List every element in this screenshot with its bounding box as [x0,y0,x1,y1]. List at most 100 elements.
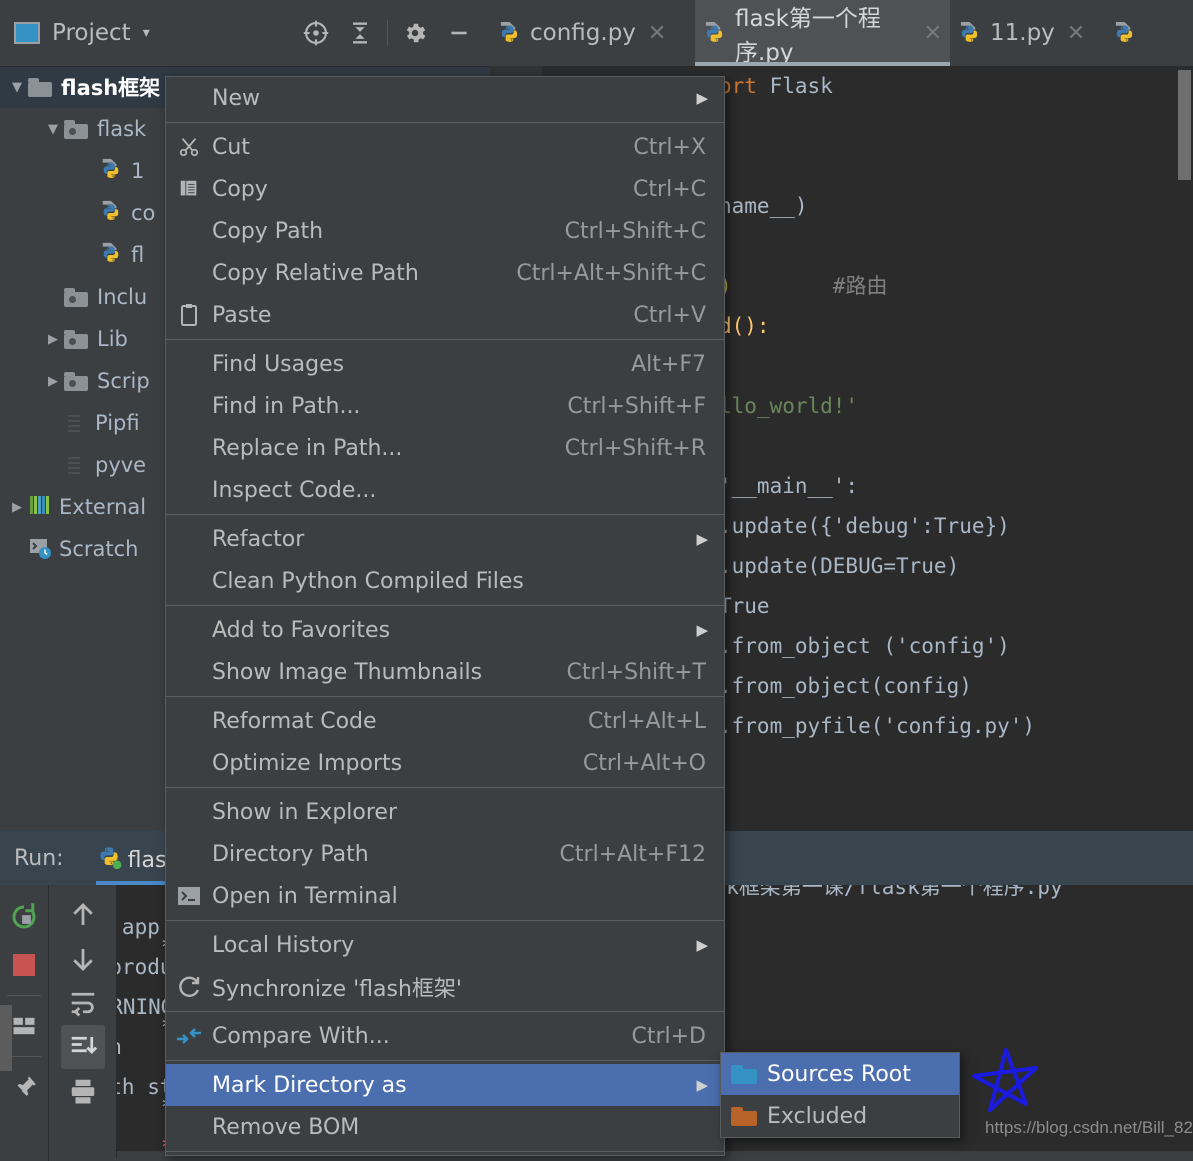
chevron-down-icon[interactable]: ▾ [143,25,150,41]
menu-item-optimize-imports[interactable]: Optimize Imports Ctrl+Alt+O [166,742,724,784]
rerun-button[interactable] [2,895,46,939]
scroll-down-button[interactable] [61,937,105,981]
menu-item-new[interactable]: New ▶ [166,77,724,119]
menu-item-find-in-path[interactable]: Find in Path... Ctrl+Shift+F [166,385,724,427]
tree-item-label: External [59,495,147,519]
mark-directory-submenu[interactable]: Sources Root Excluded [720,1052,960,1138]
menu-item-find-usages[interactable]: Find Usages Alt+F7 [166,343,724,385]
menu-item-label: Find Usages [212,351,345,377]
minimize-icon[interactable] [442,16,476,50]
menu-item-copy-path[interactable]: Copy Path Ctrl+Shift+C [166,210,724,252]
run-panel-scroll-handle[interactable] [0,1005,12,1071]
tree-item-label: 1 [131,159,145,183]
menu-item-shortcut: Ctrl+V [633,302,706,328]
menu-separator [166,1151,724,1152]
context-menu[interactable]: New ▶ Cut Ctrl+X Copy Ctrl+C Copy Path Ctrl+Shi… [165,76,725,1156]
run-actions-console[interactable] [49,885,117,1159]
menu-item-label: Directory Path [212,841,369,867]
project-window-icon [14,22,40,44]
submenu-item-sources-root[interactable]: Sources Root [721,1053,959,1095]
menu-item-synchronize-flash[interactable]: Synchronize 'flash框架' [166,966,724,1008]
menu-item-label: Show in Explorer [212,799,398,825]
collapse-all-icon[interactable] [343,16,377,50]
menu-item-clean-python-compiled-files[interactable]: Clean Python Compiled Files [166,560,724,602]
refresh-icon [166,975,212,999]
menu-item-remove-bom[interactable]: Remove BOM [166,1106,724,1148]
menu-item-cut[interactable]: Cut Ctrl+X [166,126,724,168]
chevron-right-icon: ▶ [696,530,708,548]
python-file-icon [100,242,122,268]
gear-icon[interactable] [398,16,432,50]
editor-tabbar[interactable]: config.py ✕ flask第一个程序.py ✕ 11.py ✕ [490,0,1193,66]
menu-item-label: Copy Path [212,218,324,244]
menu-item-shortcut: Ctrl+D [631,1023,706,1049]
close-icon[interactable]: ✕ [1067,21,1085,46]
menu-item-directory-path[interactable]: Directory Path Ctrl+Alt+F12 [166,833,724,875]
editor-tab-2[interactable]: 11.py ✕ [950,0,1105,66]
scroll-up-button[interactable] [61,893,105,937]
scissors-icon [166,136,212,158]
menu-separator [166,514,724,515]
menu-item-show-image-thumbnails[interactable]: Show Image Thumbnails Ctrl+Shift+T [166,651,724,693]
menu-item-label: Reformat Code [212,708,377,734]
submenu-item-label: Excluded [767,1103,868,1129]
menu-item-label: Show Image Thumbnails [212,659,483,685]
close-icon[interactable]: ✕ [924,21,942,46]
menu-item-replace-in-path[interactable]: Replace in Path... Ctrl+Shift+R [166,427,724,469]
menu-item-copy-relative-path[interactable]: Copy Relative Path Ctrl+Alt+Shift+C [166,252,724,294]
locate-icon[interactable] [299,16,333,50]
menu-item-label: Copy Relative Path [212,260,419,286]
python-file-icon [703,21,725,45]
tree-expander[interactable]: ▶ [42,332,64,347]
menu-item-show-in-explorer[interactable]: Show in Explorer [166,791,724,833]
chevron-right-icon: ▶ [696,621,708,639]
console-line: * Debug mode: on [117,1027,122,1067]
folder-blue-icon [721,1064,767,1084]
menu-item-copy[interactable]: Copy Ctrl+C [166,168,724,210]
editor-tab-overflow[interactable] [1105,0,1193,66]
folder-module-icon [64,119,88,139]
menu-item-label: Replace in Path... [212,435,403,461]
scroll-to-end-button[interactable] [60,1025,105,1069]
menu-item-paste[interactable]: Paste Ctrl+V [166,294,724,336]
divider [7,995,41,996]
tree-item-label: Scrip [97,369,150,393]
python-file-icon [100,200,122,226]
menu-separator [166,1060,724,1061]
menu-item-local-history[interactable]: Local History ▶ [166,924,724,966]
menu-item-shortcut: Ctrl+Shift+C [564,218,706,244]
text-file-icon [64,410,86,436]
editor-scrollbar[interactable] [1178,70,1191,180]
library-icon [28,494,50,520]
pin-button[interactable] [2,1065,46,1109]
submenu-item-excluded[interactable]: Excluded [721,1095,959,1137]
menu-item-inspect-code[interactable]: Inspect Code... [166,469,724,511]
tree-item-label: Scratch [59,537,139,561]
menu-item-refactor[interactable]: Refactor ▶ [166,518,724,560]
menu-item-add-to-favorites[interactable]: Add to Favorites ▶ [166,609,724,651]
folder-module-icon [64,371,88,391]
blue-star-scribble [972,1048,1038,1112]
stop-button[interactable] [2,943,46,987]
copy-icon [166,178,212,200]
tree-expander[interactable]: ▼ [42,122,64,137]
menu-item-compare-with[interactable]: Compare With... Ctrl+D [166,1015,724,1057]
tree-expander[interactable]: ▶ [42,374,64,389]
menu-item-mark-directory-as[interactable]: Mark Directory as ▶ [166,1064,724,1106]
editor-tab-label: 11.py [990,20,1055,46]
close-icon[interactable]: ✕ [648,21,666,46]
editor-tab-1[interactable]: flask第一个程序.py ✕ [695,0,950,66]
tree-item-label: flash框架 [61,76,161,100]
print-button[interactable] [61,1069,105,1113]
compare-icon [166,1025,212,1047]
menu-item-reformat-code[interactable]: Reformat Code Ctrl+Alt+L [166,700,724,742]
menu-item-label: Remove BOM [212,1114,360,1140]
tree-expander[interactable]: ▶ [6,500,28,515]
soft-wrap-button[interactable] [61,981,105,1025]
clipboard-icon [166,303,212,327]
menu-item-shortcut: Ctrl+Alt+O [582,750,706,776]
editor-tab-0[interactable]: config.py ✕ [490,0,695,66]
toolbar-divider [387,20,388,46]
tree-expander[interactable]: ▼ [6,80,28,95]
menu-item-open-in-terminal[interactable]: Open in Terminal [166,875,724,917]
